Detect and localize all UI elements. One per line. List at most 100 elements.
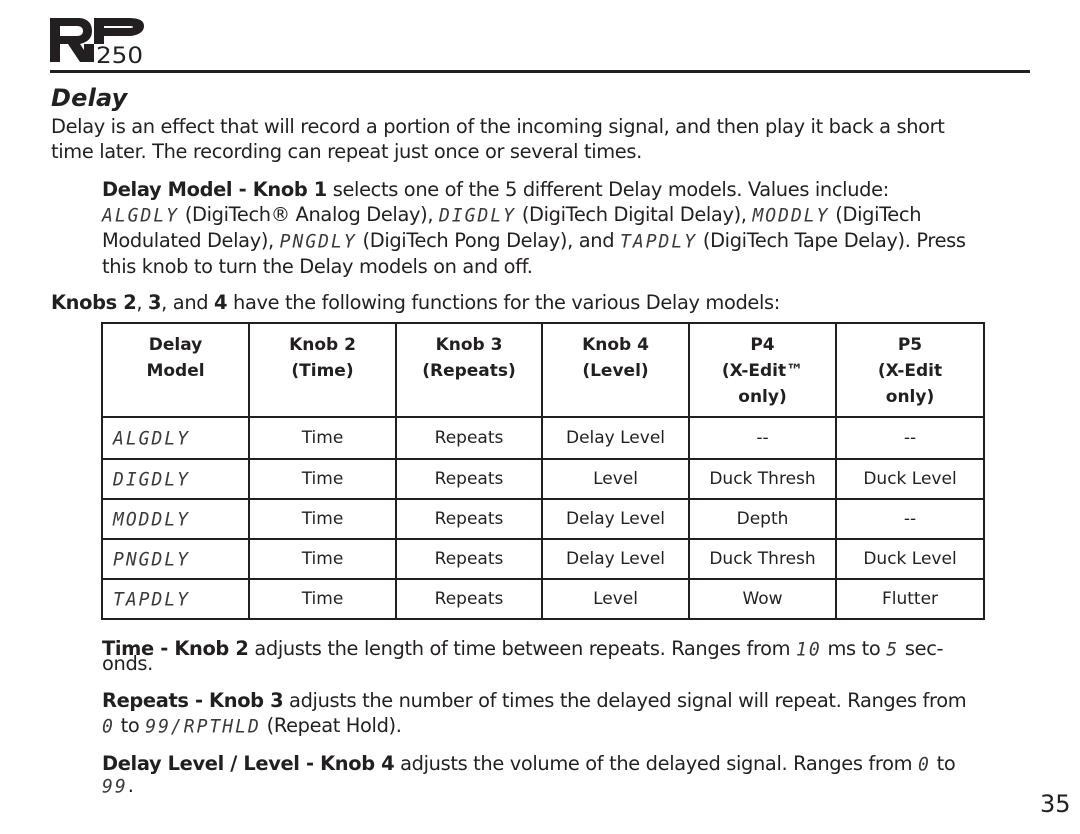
- table-row: PNGDLY Time Repeats Delay Level Duck Thr…: [101, 538, 985, 580]
- header-cell: Delay Model: [101, 322, 250, 418]
- text: (DigiTech: [829, 203, 922, 226]
- lcd-value: 99: [102, 775, 128, 798]
- model-cell: PNGDLY: [101, 538, 250, 580]
- table-cell: Repeats: [395, 458, 543, 500]
- header-line: (X-Edit™: [721, 361, 804, 381]
- intro-line: Delay is an effect that will record a po…: [51, 115, 945, 138]
- table-cell: Time: [248, 538, 397, 580]
- text: to: [114, 714, 146, 737]
- table-cell: Time: [248, 578, 397, 620]
- header-line: Knob 2: [289, 335, 356, 355]
- delay-model-line: ALGDLY (DigiTech® Analog Delay), DIGDLY …: [102, 202, 966, 228]
- lcd-code: ALGDLY: [102, 204, 180, 227]
- level-description: Delay Level / Level - Knob 4 adjusts the…: [102, 751, 956, 799]
- delay-model-line: Modulated Delay), PNGDLY (DigiTech Pong …: [102, 228, 966, 254]
- delay-functions-table: Delay Model Knob 2 (Time) Knob 3 (Repeats) …: [101, 322, 985, 620]
- lcd-code: DIGDLY: [438, 204, 516, 227]
- header-line: (X-Edit: [877, 361, 943, 381]
- level-heading: Delay Level / Level - Knob 4: [102, 752, 395, 775]
- header-line: only): [885, 387, 935, 407]
- table-cell: Repeats: [395, 416, 543, 460]
- header-rule: [50, 70, 1030, 73]
- header-line: Knob 4: [582, 335, 649, 355]
- text: adjusts the number of times the delayed …: [283, 689, 967, 712]
- lcd-value: 0: [102, 715, 115, 738]
- header-line: Model: [146, 361, 205, 381]
- table-cell: Level: [541, 578, 690, 620]
- table-cell: Delay Level: [541, 498, 690, 540]
- text: have the following functions for the var…: [227, 291, 780, 314]
- lcd-code: PNGDLY: [113, 547, 191, 571]
- header-cell: Knob 2 (Time): [248, 322, 397, 418]
- text: ,: [136, 291, 149, 314]
- repeats-line: 0 to 99/RPTHLD (Repeat Hold).: [102, 713, 966, 739]
- text: selects one of the 5 different Delay mod…: [326, 178, 890, 201]
- model-cell: MODDLY: [101, 498, 250, 540]
- text: , and: [161, 291, 215, 314]
- delay-model-line: Delay Model - Knob 1 selects one of the …: [102, 177, 966, 202]
- delay-model-heading: Delay Model - Knob 1: [102, 178, 327, 201]
- table-cell: Repeats: [395, 578, 543, 620]
- table-cell: Time: [248, 458, 397, 500]
- delay-model-line: this knob to turn the Delay models on an…: [102, 255, 533, 278]
- text: Modulated Delay),: [102, 229, 280, 252]
- lcd-code: PNGDLY: [279, 230, 357, 253]
- text: to: [930, 752, 956, 775]
- section-title: Delay: [51, 84, 128, 112]
- bold-text: Knobs 2: [51, 291, 137, 314]
- text: (DigiTech Pong Delay), and: [356, 229, 621, 252]
- repeats-line: Repeats - Knob 3 adjusts the number of t…: [102, 688, 967, 713]
- table-row: ALGDLY Time Repeats Delay Level -- --: [101, 416, 985, 460]
- header-line: P4: [750, 335, 775, 355]
- header-line: P5: [897, 335, 923, 355]
- header-line: (Time): [291, 361, 354, 381]
- table-row: DIGDLY Time Repeats Level Duck Thresh Du…: [101, 458, 985, 500]
- table-cell: Time: [248, 498, 397, 540]
- text: .: [127, 774, 134, 797]
- table-cell: Repeats: [395, 538, 543, 580]
- model-cell: TAPDLY: [101, 578, 250, 620]
- table-cell: Depth: [688, 498, 837, 540]
- table-cell: Wow: [688, 578, 837, 620]
- table-cell: Time: [248, 416, 397, 460]
- lcd-value: 10: [796, 638, 822, 661]
- table-cell: Duck Thresh: [688, 458, 837, 500]
- text: (DigiTech Tape Delay). Press: [697, 229, 966, 252]
- table-cell: --: [835, 416, 985, 460]
- intro-line: time later. The recording can repeat jus…: [51, 140, 642, 163]
- bold-text: 3: [148, 291, 162, 314]
- table-header-row: Delay Model Knob 2 (Time) Knob 3 (Repeats) …: [101, 322, 985, 418]
- logo-model-number: 250: [96, 44, 143, 66]
- delay-model-paragraph: Delay Model - Knob 1 selects one of the …: [102, 177, 966, 279]
- header-line: Delay: [148, 335, 203, 355]
- table-cell: Duck Thresh: [688, 538, 837, 580]
- table-cell: Delay Level: [541, 538, 690, 580]
- header-cell: P4 (X-Edit™ only): [688, 322, 837, 418]
- lcd-code: MODDLY: [113, 507, 191, 531]
- header-line: Knob 3: [435, 335, 503, 355]
- header-line: (Repeats): [422, 361, 516, 381]
- table-cell: Level: [541, 458, 690, 500]
- text: adjusts the length of time between repea…: [248, 637, 797, 660]
- lcd-value: 0: [917, 753, 931, 776]
- table-cell: --: [835, 498, 985, 540]
- table-cell: Delay Level: [541, 416, 690, 460]
- rp250-logo: 250: [50, 18, 144, 66]
- level-line: Delay Level / Level - Knob 4 adjusts the…: [102, 751, 956, 777]
- logo-letter-p: [94, 18, 144, 44]
- text: (DigiTech Digital Delay),: [516, 203, 753, 226]
- text: sec-: [899, 637, 944, 660]
- table-cell: Duck Level: [835, 458, 985, 500]
- model-cell: DIGDLY: [101, 458, 250, 500]
- lcd-code: TAPDLY: [113, 587, 191, 611]
- model-cell: ALGDLY: [101, 416, 250, 460]
- table-row: MODDLY Time Repeats Delay Level Depth --: [101, 498, 985, 540]
- repeats-description: Repeats - Knob 3 adjusts the number of t…: [102, 688, 967, 739]
- time-line: Time - Knob 2 adjusts the length of time…: [102, 636, 944, 662]
- lcd-value: 99/RPTHLD: [145, 715, 261, 738]
- knobs-intro: Knobs 2, 3, and 4 have the following fun…: [51, 290, 780, 315]
- header-cell: P5 (X-Edit only): [835, 322, 985, 418]
- header-line: (Level): [582, 361, 649, 381]
- header-cell: Knob 4 (Level): [541, 322, 690, 418]
- header-cell: Knob 3 (Repeats): [395, 322, 543, 418]
